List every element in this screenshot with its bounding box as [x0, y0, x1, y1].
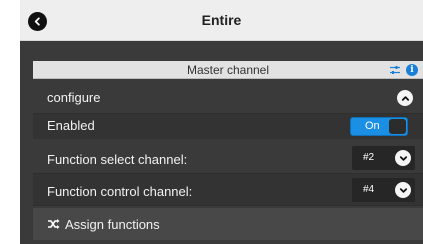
shuffle-icon — [48, 219, 60, 229]
chevron-up-icon — [401, 95, 409, 101]
function-control-row: Function control channel: #4 — [33, 174, 423, 206]
toggle-state-label: On — [365, 120, 380, 132]
toggle-knob — [389, 119, 406, 134]
section-header: Master channel i — [33, 61, 423, 79]
enabled-row: Enabled On — [33, 114, 423, 139]
sliders-icon[interactable] — [389, 64, 401, 76]
collapse-button[interactable] — [397, 90, 413, 106]
function-select-label: Function select channel: — [47, 152, 188, 167]
page-title: Entire — [201, 12, 242, 28]
enabled-toggle[interactable]: On — [350, 117, 408, 136]
function-control-value: #4 — [363, 184, 375, 195]
assign-functions-label: Assign functions — [65, 217, 160, 232]
chevron-down-icon — [395, 150, 411, 166]
header-bar: Entire — [20, 0, 423, 41]
info-icon[interactable]: i — [406, 64, 418, 76]
configure-row[interactable]: configure — [33, 81, 423, 114]
chevron-down-icon — [395, 182, 411, 198]
function-control-dropdown[interactable]: #4 — [352, 178, 415, 202]
enabled-label: Enabled — [47, 118, 95, 133]
section-title: Master channel — [186, 63, 270, 77]
configure-label: configure — [47, 90, 101, 105]
assign-functions-button[interactable]: Assign functions — [33, 208, 423, 240]
app-window: Entire Master channel i configure Enable… — [20, 0, 423, 244]
function-select-value: #2 — [363, 152, 375, 163]
master-channel-panel: Master channel i configure Enabled On Fu… — [33, 61, 423, 244]
function-select-dropdown[interactable]: #2 — [352, 146, 415, 170]
function-select-row: Function select channel: #2 — [33, 142, 423, 174]
function-control-label: Function control channel: — [47, 184, 193, 199]
